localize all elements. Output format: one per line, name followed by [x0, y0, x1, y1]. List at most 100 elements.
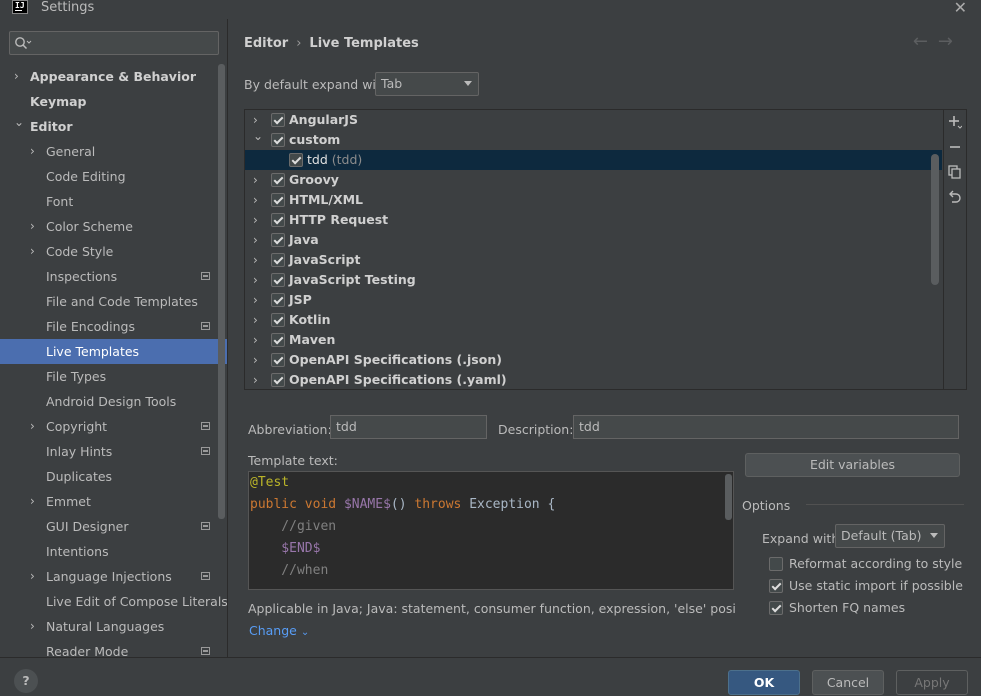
template-checkbox[interactable]	[271, 133, 285, 147]
template-checkbox[interactable]	[271, 333, 285, 347]
sidebar-item[interactable]: GUI Designer	[0, 514, 227, 539]
sidebar-item[interactable]: Font	[0, 189, 227, 214]
template-checkbox[interactable]	[271, 313, 285, 327]
sidebar-item[interactable]: ⌄ Editor	[0, 114, 227, 139]
option-checkbox[interactable]	[769, 579, 783, 593]
sidebar-item[interactable]: Reader Mode	[0, 639, 227, 657]
search-input[interactable]	[9, 31, 219, 55]
sidebar-item[interactable]: Live Templates	[0, 339, 227, 364]
arrow-right-icon[interactable]: →	[938, 31, 963, 52]
add-icon[interactable]	[944, 114, 966, 136]
template-group-row[interactable]: › HTTP Request	[245, 210, 942, 230]
option-checkbox-label[interactable]: Reformat according to style	[789, 556, 962, 571]
sidebar-item[interactable]: File Encodings	[0, 314, 227, 339]
option-checkbox[interactable]	[769, 557, 783, 571]
sidebar-item[interactable]: Intentions	[0, 539, 227, 564]
chevron-down-icon[interactable]: ⌄	[14, 110, 24, 135]
expand-dropdown[interactable]: Tab	[375, 72, 479, 96]
chevron-right-icon[interactable]: ›	[253, 210, 258, 230]
breadcrumb-parent[interactable]: Editor	[244, 36, 288, 51]
chevron-right-icon[interactable]: ›	[253, 310, 258, 330]
sidebar-item[interactable]: Live Edit of Compose Literals	[0, 589, 227, 614]
template-group-row[interactable]: › Java	[245, 230, 942, 250]
copy-icon[interactable]	[944, 164, 966, 186]
chevron-right-icon[interactable]: ›	[253, 370, 258, 389]
template-group-row[interactable]: › JSP	[245, 290, 942, 310]
template-checkbox[interactable]	[271, 353, 285, 367]
chevron-right-icon[interactable]: ›	[30, 139, 40, 164]
sidebar-item[interactable]: Duplicates	[0, 464, 227, 489]
chevron-right-icon[interactable]: ›	[253, 290, 258, 310]
sidebar-item[interactable]: Android Design Tools	[0, 389, 227, 414]
chevron-right-icon[interactable]: ›	[253, 330, 258, 350]
sidebar-item[interactable]: File and Code Templates	[0, 289, 227, 314]
template-group-row[interactable]: › Groovy	[245, 170, 942, 190]
template-group-row[interactable]: › AngularJS	[245, 110, 942, 130]
arrow-left-icon[interactable]: ←	[913, 31, 938, 52]
option-checkbox-label[interactable]: Use static import if possible	[789, 578, 963, 593]
chevron-right-icon[interactable]: ›	[253, 230, 258, 250]
sidebar-item[interactable]: › Natural Languages	[0, 614, 227, 639]
sidebar-item[interactable]: › Appearance & Behavior	[0, 64, 227, 89]
editor-scrollbar[interactable]	[725, 474, 732, 520]
chevron-right-icon[interactable]: ›	[30, 414, 40, 439]
template-checkbox[interactable]	[271, 213, 285, 227]
expand-with-dropdown[interactable]: Default (Tab)	[835, 524, 945, 548]
sidebar-item[interactable]: › Emmet	[0, 489, 227, 514]
help-button[interactable]: ?	[14, 669, 38, 693]
chevron-right-icon[interactable]: ›	[253, 170, 258, 190]
template-group-row[interactable]: › JavaScript Testing	[245, 270, 942, 290]
sidebar-item[interactable]: › General	[0, 139, 227, 164]
template-group-row[interactable]: › HTML/XML	[245, 190, 942, 210]
sidebar-item[interactable]: Keymap	[0, 89, 227, 114]
template-row[interactable]: tdd (tdd)	[245, 150, 942, 170]
template-checkbox[interactable]	[289, 153, 303, 167]
sidebar-item[interactable]: File Types	[0, 364, 227, 389]
sidebar-item[interactable]: › Code Style	[0, 239, 227, 264]
chevron-right-icon[interactable]: ›	[253, 250, 258, 270]
chevron-right-icon[interactable]: ›	[30, 489, 40, 514]
template-group-row[interactable]: › Kotlin	[245, 310, 942, 330]
template-checkbox[interactable]	[271, 373, 285, 387]
chevron-right-icon[interactable]: ›	[253, 350, 258, 370]
sidebar-item[interactable]: › Color Scheme	[0, 214, 227, 239]
sidebar-item[interactable]: › Copyright	[0, 414, 227, 439]
template-group-row[interactable]: › Maven	[245, 330, 942, 350]
templates-scrollbar[interactable]	[931, 154, 939, 285]
abbreviation-field[interactable]: tdd	[330, 415, 487, 439]
apply-button[interactable]: Apply	[896, 670, 968, 695]
chevron-right-icon[interactable]: ›	[30, 614, 40, 639]
edit-variables-button[interactable]: Edit variables	[745, 453, 960, 477]
ok-button[interactable]: OK	[728, 670, 800, 695]
chevron-right-icon[interactable]: ›	[30, 564, 40, 589]
template-checkbox[interactable]	[271, 173, 285, 187]
change-link[interactable]: Change ⌄	[249, 623, 309, 638]
sidebar-item[interactable]: Code Editing	[0, 164, 227, 189]
option-checkbox[interactable]	[769, 601, 783, 615]
sidebar-item[interactable]: › Language Injections	[0, 564, 227, 589]
chevron-right-icon[interactable]: ›	[253, 190, 258, 210]
template-checkbox[interactable]	[271, 193, 285, 207]
template-checkbox[interactable]	[271, 273, 285, 287]
description-field[interactable]: tdd	[573, 415, 959, 439]
template-checkbox[interactable]	[271, 253, 285, 267]
chevron-right-icon[interactable]: ›	[30, 239, 40, 264]
option-checkbox-label[interactable]: Shorten FQ names	[789, 600, 905, 615]
sidebar-scrollbar[interactable]	[218, 64, 225, 519]
template-group-row[interactable]: › OpenAPI Specifications (.yaml)	[245, 370, 942, 389]
template-checkbox[interactable]	[271, 113, 285, 127]
template-group-row[interactable]: › JavaScript	[245, 250, 942, 270]
template-checkbox[interactable]	[271, 293, 285, 307]
sidebar-item[interactable]: Inspections	[0, 264, 227, 289]
chevron-right-icon[interactable]: ›	[14, 64, 24, 89]
cancel-button[interactable]: Cancel	[812, 670, 884, 695]
template-text-editor[interactable]: @Test public void $NAME$() throws Excepti…	[248, 471, 734, 590]
restore-icon[interactable]	[944, 189, 966, 211]
template-group-row[interactable]: › OpenAPI Specifications (.json)	[245, 350, 942, 370]
template-group-row[interactable]: ⌄ custom	[245, 129, 942, 150]
chevron-right-icon[interactable]: ›	[30, 214, 40, 239]
chevron-right-icon[interactable]: ›	[253, 270, 258, 290]
template-checkbox[interactable]	[271, 233, 285, 247]
chevron-down-icon[interactable]: ⌄	[253, 126, 263, 146]
remove-icon[interactable]	[944, 139, 966, 161]
